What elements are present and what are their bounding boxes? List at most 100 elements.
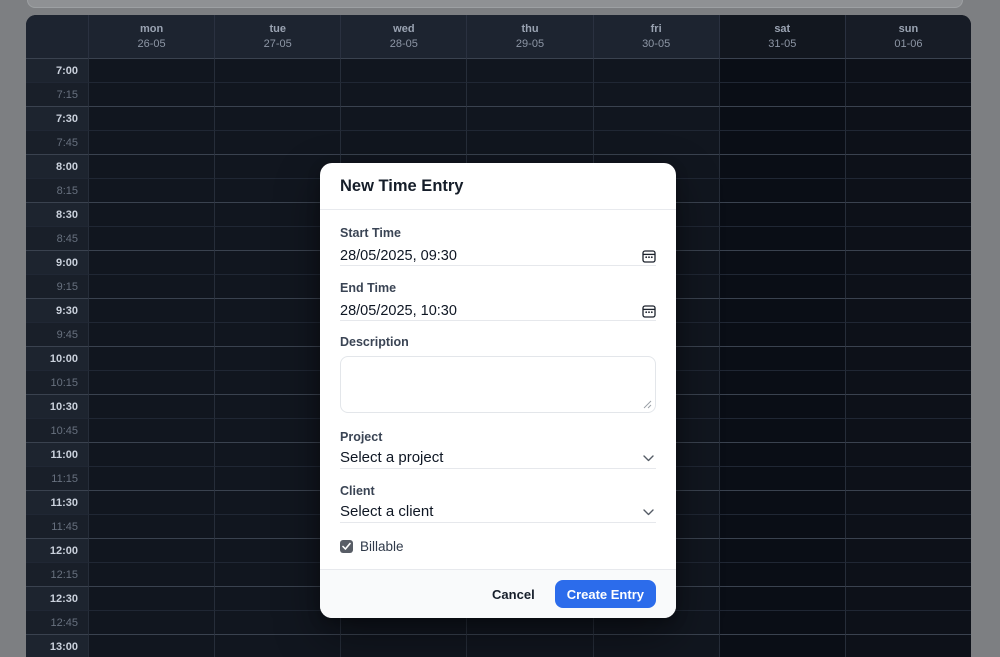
slot-mon-8:00[interactable] <box>88 154 215 178</box>
slot-tue-7:00[interactable] <box>214 58 341 82</box>
slot-fri-7:45[interactable] <box>592 130 719 154</box>
slot-mon-13:00[interactable] <box>88 634 215 657</box>
slot-sun-9:00[interactable] <box>844 250 971 274</box>
slot-sat-8:45[interactable] <box>718 226 845 250</box>
slot-sat-13:00[interactable] <box>718 634 845 657</box>
slot-sun-7:45[interactable] <box>844 130 971 154</box>
project-select[interactable]: Select a project <box>340 448 656 469</box>
slot-fri-7:00[interactable] <box>592 58 719 82</box>
slot-wed-13:00[interactable] <box>340 634 467 657</box>
slot-tue-7:45[interactable] <box>214 130 341 154</box>
cancel-button[interactable]: Cancel <box>482 580 545 609</box>
slot-wed-7:15[interactable] <box>340 82 467 106</box>
slot-mon-10:15[interactable] <box>88 370 215 394</box>
slot-sun-12:30[interactable] <box>844 586 971 610</box>
slot-mon-8:45[interactable] <box>88 226 215 250</box>
slot-sat-10:15[interactable] <box>718 370 845 394</box>
slot-sat-9:00[interactable] <box>718 250 845 274</box>
slot-sat-9:15[interactable] <box>718 274 845 298</box>
slot-mon-7:45[interactable] <box>88 130 215 154</box>
slot-sun-7:30[interactable] <box>844 106 971 130</box>
slot-fri-7:15[interactable] <box>592 82 719 106</box>
slot-sun-11:00[interactable] <box>844 442 971 466</box>
slot-sun-8:30[interactable] <box>844 202 971 226</box>
billable-checkbox[interactable] <box>340 540 353 553</box>
slot-sat-11:30[interactable] <box>718 490 845 514</box>
slot-mon-11:00[interactable] <box>88 442 215 466</box>
slot-sat-11:45[interactable] <box>718 514 845 538</box>
slot-sun-12:15[interactable] <box>844 562 971 586</box>
slot-mon-9:15[interactable] <box>88 274 215 298</box>
slot-sun-12:45[interactable] <box>844 610 971 634</box>
slot-sat-7:45[interactable] <box>718 130 845 154</box>
slot-sat-11:15[interactable] <box>718 466 845 490</box>
slot-wed-7:30[interactable] <box>340 106 467 130</box>
slot-mon-9:00[interactable] <box>88 250 215 274</box>
slot-thu-7:30[interactable] <box>466 106 593 130</box>
slot-wed-7:00[interactable] <box>340 58 467 82</box>
end-time-input[interactable]: 28/05/2025, 10:30 <box>340 302 656 321</box>
resize-handle-icon[interactable] <box>642 399 652 409</box>
slot-mon-7:00[interactable] <box>88 58 215 82</box>
start-time-input[interactable]: 28/05/2025, 09:30 <box>340 247 656 266</box>
slot-mon-9:30[interactable] <box>88 298 215 322</box>
slot-mon-10:45[interactable] <box>88 418 215 442</box>
slot-mon-10:30[interactable] <box>88 394 215 418</box>
slot-sat-7:15[interactable] <box>718 82 845 106</box>
slot-sun-7:15[interactable] <box>844 82 971 106</box>
slot-fri-7:30[interactable] <box>592 106 719 130</box>
slot-sun-11:30[interactable] <box>844 490 971 514</box>
slot-mon-11:15[interactable] <box>88 466 215 490</box>
slot-sun-8:45[interactable] <box>844 226 971 250</box>
description-input[interactable] <box>341 357 655 412</box>
slot-mon-7:30[interactable] <box>88 106 215 130</box>
slot-fri-13:00[interactable] <box>592 634 719 657</box>
slot-sat-12:45[interactable] <box>718 610 845 634</box>
slot-sat-7:30[interactable] <box>718 106 845 130</box>
slot-sat-9:30[interactable] <box>718 298 845 322</box>
slot-sun-9:15[interactable] <box>844 274 971 298</box>
slot-sun-10:30[interactable] <box>844 394 971 418</box>
slot-mon-12:45[interactable] <box>88 610 215 634</box>
slot-tue-7:15[interactable] <box>214 82 341 106</box>
slot-thu-7:00[interactable] <box>466 58 593 82</box>
slot-tue-7:30[interactable] <box>214 106 341 130</box>
slot-sat-10:30[interactable] <box>718 394 845 418</box>
slot-sun-10:45[interactable] <box>844 418 971 442</box>
slot-sat-8:30[interactable] <box>718 202 845 226</box>
slot-sun-13:00[interactable] <box>844 634 971 657</box>
slot-mon-12:00[interactable] <box>88 538 215 562</box>
slot-tue-13:00[interactable] <box>214 634 341 657</box>
slot-sat-7:00[interactable] <box>718 58 845 82</box>
slot-sat-8:00[interactable] <box>718 154 845 178</box>
slot-mon-8:30[interactable] <box>88 202 215 226</box>
slot-thu-7:15[interactable] <box>466 82 593 106</box>
slot-sun-9:45[interactable] <box>844 322 971 346</box>
slot-sat-12:30[interactable] <box>718 586 845 610</box>
slot-mon-11:45[interactable] <box>88 514 215 538</box>
slot-sun-8:15[interactable] <box>844 178 971 202</box>
slot-thu-7:45[interactable] <box>466 130 593 154</box>
slot-sun-10:00[interactable] <box>844 346 971 370</box>
slot-sun-7:00[interactable] <box>844 58 971 82</box>
slot-mon-11:30[interactable] <box>88 490 215 514</box>
slot-mon-12:30[interactable] <box>88 586 215 610</box>
slot-tue-12:45[interactable] <box>214 610 341 634</box>
create-entry-button[interactable]: Create Entry <box>554 580 656 608</box>
slot-sat-9:45[interactable] <box>718 322 845 346</box>
slot-sun-11:45[interactable] <box>844 514 971 538</box>
slot-mon-12:15[interactable] <box>88 562 215 586</box>
slot-sat-12:00[interactable] <box>718 538 845 562</box>
calendar-icon[interactable] <box>642 249 656 263</box>
calendar-icon[interactable] <box>642 304 656 318</box>
slot-thu-13:00[interactable] <box>466 634 593 657</box>
slot-sat-11:00[interactable] <box>718 442 845 466</box>
slot-mon-10:00[interactable] <box>88 346 215 370</box>
slot-wed-7:45[interactable] <box>340 130 467 154</box>
slot-sun-9:30[interactable] <box>844 298 971 322</box>
slot-sat-10:00[interactable] <box>718 346 845 370</box>
slot-sun-11:15[interactable] <box>844 466 971 490</box>
slot-sat-12:15[interactable] <box>718 562 845 586</box>
slot-sat-10:45[interactable] <box>718 418 845 442</box>
client-select[interactable]: Select a client <box>340 502 656 523</box>
